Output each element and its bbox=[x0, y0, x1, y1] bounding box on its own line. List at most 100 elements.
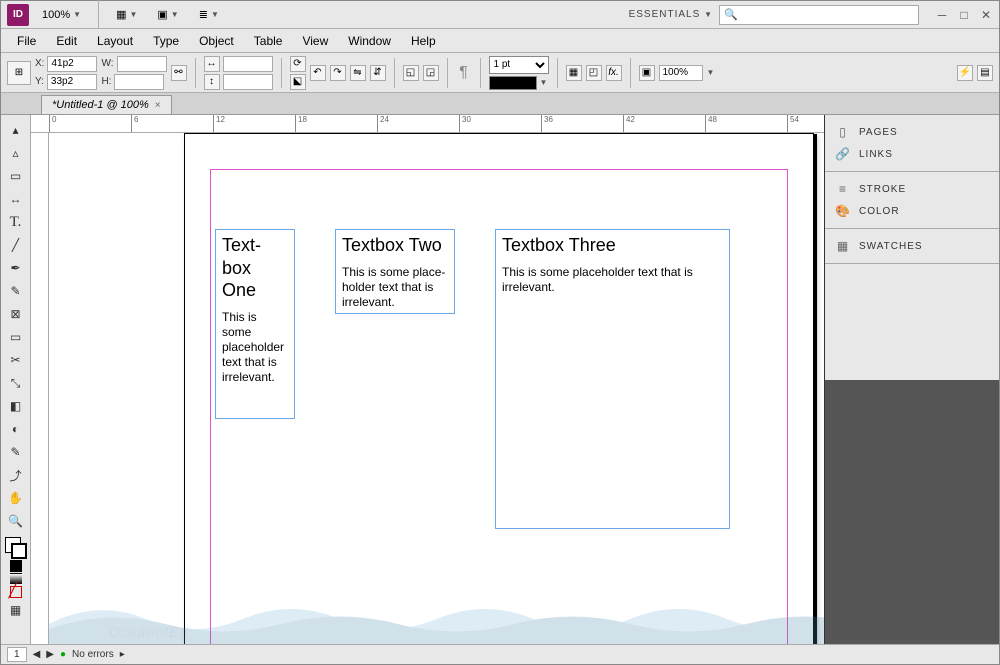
ruler-tick: 12 bbox=[213, 115, 295, 132]
x-input[interactable] bbox=[47, 56, 97, 72]
menu-table[interactable]: Table bbox=[244, 31, 293, 51]
ruler-tick: 30 bbox=[459, 115, 541, 132]
rectangle-frame-tool[interactable]: ⊠ bbox=[4, 303, 28, 325]
paragraph-style-icon[interactable]: ¶ bbox=[456, 65, 472, 81]
scissors-tool[interactable]: ✂ bbox=[4, 349, 28, 371]
horizontal-ruler[interactable]: 061218243036424854 bbox=[31, 115, 824, 133]
apply-none-button[interactable]: ╱ bbox=[10, 586, 22, 598]
app-logo: ID bbox=[7, 4, 29, 26]
rotate-90-cw-icon[interactable]: ↷ bbox=[330, 65, 346, 81]
textbox-body: This is some placeholder text that is ir… bbox=[502, 265, 723, 295]
stroke-color-icon[interactable] bbox=[11, 543, 27, 559]
panel-color[interactable]: 🎨 COLOR bbox=[825, 200, 999, 222]
stroke-style-swatch[interactable] bbox=[489, 76, 537, 90]
minimize-button[interactable]: ─ bbox=[935, 8, 949, 22]
menu-type[interactable]: Type bbox=[143, 31, 189, 51]
scale-x-icon[interactable]: ↔ bbox=[204, 56, 220, 72]
menu-window[interactable]: Window bbox=[338, 31, 401, 51]
panel-menu-icon[interactable]: ▤ bbox=[977, 65, 993, 81]
quick-apply-icon[interactable]: ⚡ bbox=[957, 65, 973, 81]
panel-links[interactable]: 🔗 LINKS bbox=[825, 143, 999, 165]
hand-tool[interactable]: ✋ bbox=[4, 487, 28, 509]
flip-vertical-icon[interactable]: ⇵ bbox=[370, 65, 386, 81]
prev-page-icon[interactable]: ◀ bbox=[33, 649, 41, 660]
gradient-feather-tool[interactable]: ◐ bbox=[4, 418, 28, 440]
selection-tool[interactable]: ▴ bbox=[4, 119, 28, 141]
document-tab[interactable]: *Untitled-1 @ 100% × bbox=[41, 95, 172, 114]
rotate-90-ccw-icon[interactable]: ↶ bbox=[310, 65, 326, 81]
gradient-swatch-tool[interactable]: ◧ bbox=[4, 395, 28, 417]
text-frame[interactable]: Text-box OneThis is some placeholder tex… bbox=[215, 229, 295, 419]
arrange-docs-button[interactable]: ≣ ▼ bbox=[192, 5, 226, 24]
document-page[interactable]: Text-box OneThis is some placeholder tex… bbox=[184, 133, 814, 644]
fit-content-icon[interactable]: ▣ bbox=[639, 65, 655, 81]
view-options-button[interactable]: ▦ ▼ bbox=[109, 5, 144, 24]
text-wrap-icon[interactable]: ▦ bbox=[566, 65, 582, 81]
menu-view[interactable]: View bbox=[292, 31, 338, 51]
direct-selection-tool[interactable]: ▵ bbox=[4, 142, 28, 164]
status-menu-icon[interactable]: ▸ bbox=[120, 649, 125, 660]
fill-stroke-swatch[interactable] bbox=[5, 537, 27, 559]
search-box[interactable]: 🔍 bbox=[719, 5, 919, 25]
menu-help[interactable]: Help bbox=[401, 31, 446, 51]
close-tab-icon[interactable]: × bbox=[155, 100, 161, 111]
canvas-viewport[interactable]: Text-box OneThis is some placeholder tex… bbox=[49, 133, 824, 644]
y-label: Y: bbox=[35, 76, 44, 87]
rotate-icon[interactable]: ⟳ bbox=[290, 56, 306, 72]
text-frame[interactable]: Textbox TwoThis is some place-holder tex… bbox=[335, 229, 455, 314]
document-tabs: *Untitled-1 @ 100% × bbox=[1, 93, 999, 115]
scale-x-input[interactable] bbox=[223, 56, 273, 72]
y-input[interactable] bbox=[47, 74, 97, 90]
vertical-ruler[interactable] bbox=[31, 133, 49, 644]
effects-icon[interactable]: fx. bbox=[606, 65, 622, 81]
pen-tool[interactable]: ✒ bbox=[4, 257, 28, 279]
screen-mode-button[interactable]: ▣ ▼ bbox=[150, 5, 185, 24]
h-input[interactable] bbox=[114, 74, 164, 90]
line-tool[interactable]: ╱ bbox=[4, 234, 28, 256]
opacity-input[interactable] bbox=[659, 65, 703, 81]
menu-object[interactable]: Object bbox=[189, 31, 244, 51]
close-button[interactable]: ✕ bbox=[979, 8, 993, 22]
select-container-icon[interactable]: ◱ bbox=[403, 65, 419, 81]
links-icon: 🔗 bbox=[835, 147, 851, 161]
flip-horizontal-icon[interactable]: ⇋ bbox=[350, 65, 366, 81]
note-tool[interactable]: ✎ bbox=[4, 441, 28, 463]
preflight-status-text[interactable]: No errors bbox=[72, 649, 114, 660]
free-transform-tool[interactable]: ⤡ bbox=[4, 372, 28, 394]
corner-options-icon[interactable]: ◰ bbox=[586, 65, 602, 81]
rectangle-tool[interactable]: ▭ bbox=[4, 326, 28, 348]
panel-label: SWATCHES bbox=[859, 241, 923, 252]
separator bbox=[557, 58, 558, 88]
zoom-tool[interactable]: 🔍 bbox=[4, 510, 28, 532]
menu-edit[interactable]: Edit bbox=[46, 31, 87, 51]
stroke-weight-dropdown[interactable]: 1 pt bbox=[489, 56, 549, 74]
text-frame[interactable]: Textbox ThreeThis is some placeholder te… bbox=[495, 229, 730, 529]
maximize-button[interactable]: □ bbox=[957, 8, 971, 22]
menu-layout[interactable]: Layout bbox=[87, 31, 143, 51]
apply-color-button[interactable] bbox=[10, 560, 22, 572]
panel-swatches[interactable]: ▦ SWATCHES bbox=[825, 235, 999, 257]
type-tool[interactable]: T. bbox=[4, 211, 28, 233]
page-number-field[interactable]: 1 bbox=[7, 647, 27, 662]
next-page-icon[interactable]: ▶ bbox=[46, 649, 54, 660]
scale-y-icon[interactable]: ↕ bbox=[204, 74, 220, 90]
constrain-proportions-icon[interactable]: ⚯ bbox=[171, 65, 187, 81]
page-tool[interactable]: ▭ bbox=[4, 165, 28, 187]
shear-icon[interactable]: ⬕ bbox=[290, 74, 306, 90]
view-mode-button[interactable]: ▦ bbox=[4, 599, 28, 621]
chevron-down-icon: ▼ bbox=[540, 78, 548, 87]
separator bbox=[281, 58, 282, 88]
panel-stroke[interactable]: ≡ STROKE bbox=[825, 178, 999, 200]
pencil-tool[interactable]: ✎ bbox=[4, 280, 28, 302]
zoom-dropdown[interactable]: 100% ▼ bbox=[35, 6, 88, 24]
toolbox: ▴ ▵ ▭ ↔ T. ╱ ✒ ✎ ⊠ ▭ ✂ ⤡ ◧ ◐ ✎ ⤴ ✋ 🔍 ╱ bbox=[1, 115, 31, 644]
gap-tool[interactable]: ↔ bbox=[4, 188, 28, 210]
menu-file[interactable]: File bbox=[7, 31, 46, 51]
search-input[interactable] bbox=[742, 9, 914, 21]
reference-point-icon[interactable]: ⊞ bbox=[7, 61, 31, 85]
w-input[interactable] bbox=[117, 56, 167, 72]
select-content-icon[interactable]: ◲ bbox=[423, 65, 439, 81]
workspace-switcher[interactable]: ESSENTIALS ▼ bbox=[629, 9, 713, 20]
scale-y-input[interactable] bbox=[223, 74, 273, 90]
eyedropper-tool[interactable]: ⤴ bbox=[4, 464, 28, 486]
